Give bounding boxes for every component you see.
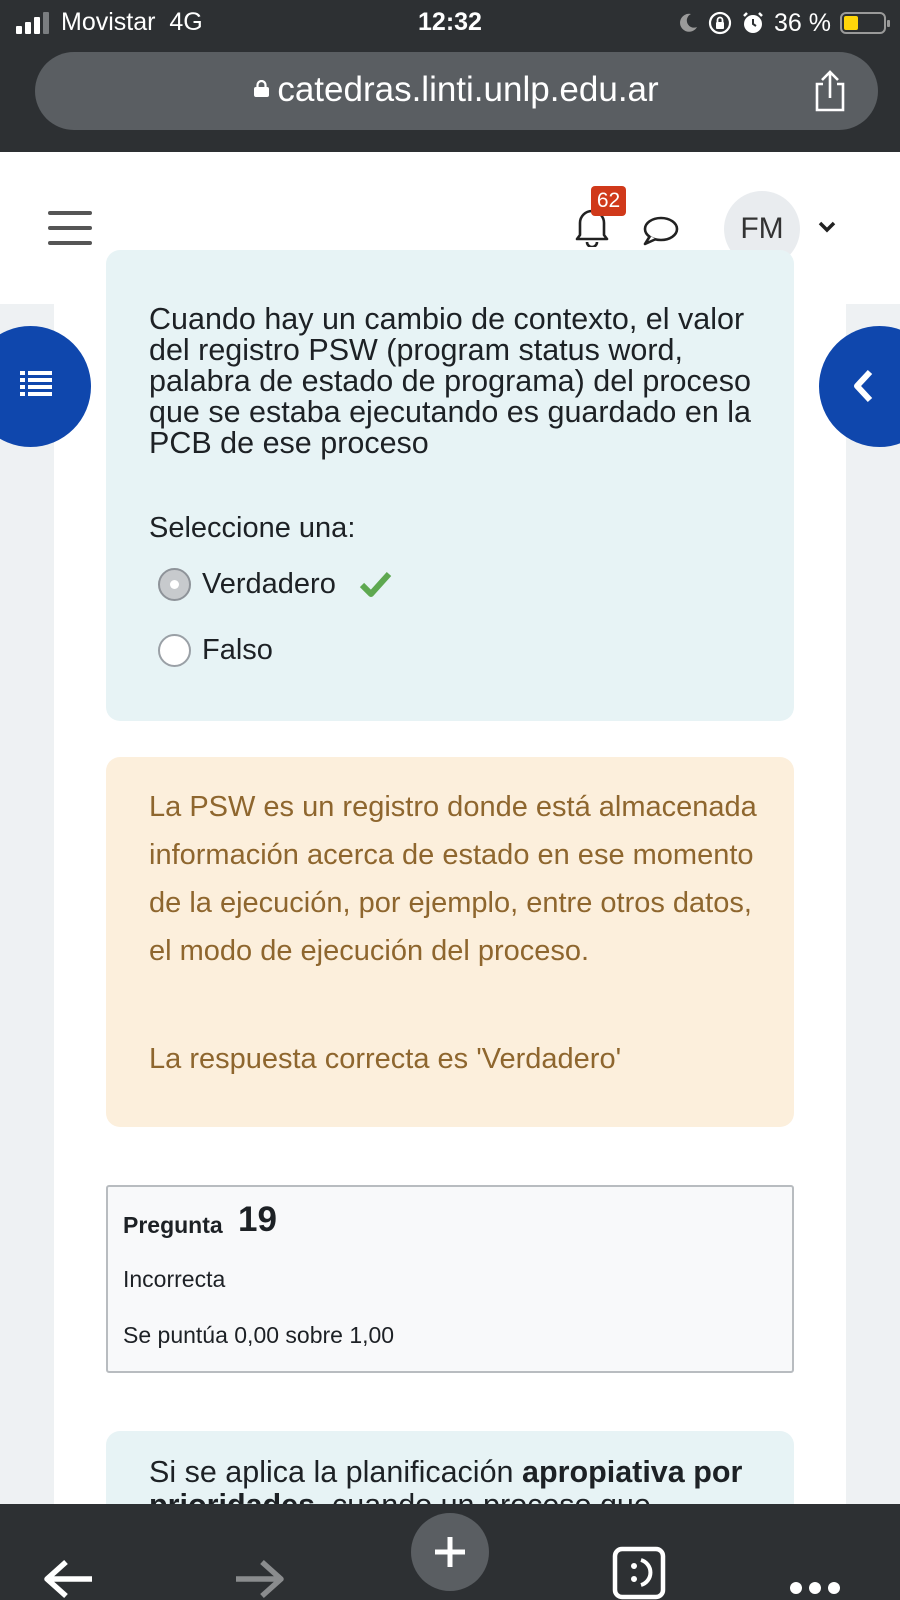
notification-count-badge: 62 — [591, 186, 626, 216]
question-number: 19 — [238, 1200, 277, 1239]
back-arrow-icon[interactable] — [42, 1531, 96, 1600]
share-icon[interactable] — [812, 70, 848, 112]
orientation-lock-icon — [708, 11, 732, 35]
list-icon — [20, 371, 52, 396]
radio-verdadero[interactable] — [158, 568, 191, 601]
lock-icon — [254, 80, 270, 98]
question-state: Incorrecta — [123, 1266, 226, 1292]
status-right: 36 % — [677, 8, 890, 38]
chevron-down-icon[interactable] — [817, 220, 837, 234]
url-bar[interactable]: catedras.linti.unlp.edu.ar — [35, 52, 878, 130]
feedback-text: La PSW es un registro donde está almacen… — [149, 791, 757, 967]
question-grade: Se puntúa 0,00 sobre 1,00 — [123, 1322, 395, 1348]
plus-icon — [435, 1537, 465, 1567]
question-label: Pregunta — [123, 1212, 223, 1238]
url-text: catedras.linti.unlp.edu.ar — [35, 70, 878, 110]
battery-icon — [840, 12, 890, 34]
battery-percent: 36 % — [774, 8, 831, 37]
question-text: Cuando hay un cambio de contexto, el val… — [149, 302, 752, 460]
more-options-icon[interactable] — [788, 1540, 842, 1600]
option-label-verdadero: Verdadero — [202, 568, 336, 600]
messages-icon[interactable] — [641, 216, 679, 246]
chevron-left-icon — [854, 369, 873, 403]
right-answer-text: La respuesta correcta es 'Verdadero' — [149, 1043, 622, 1075]
forward-arrow-icon[interactable] — [232, 1531, 286, 1600]
radio-falso[interactable] — [158, 634, 191, 667]
next-question-text: Si se aplica la planificación apropiativ… — [149, 1456, 743, 1504]
option-label-falso: Falso — [202, 634, 273, 666]
tabs-icon[interactable] — [612, 1525, 666, 1600]
alarm-icon — [743, 12, 763, 33]
correct-check-icon — [359, 571, 392, 597]
new-tab-button[interactable] — [411, 1513, 489, 1591]
moon-icon — [680, 13, 698, 32]
status-bar: Movistar 4G 12:32 36 % — [0, 0, 900, 46]
menu-hamburger-icon[interactable] — [48, 211, 92, 245]
battery-fill — [844, 16, 858, 30]
select-one-label: Seleccione una: — [149, 512, 356, 544]
browser-top-chrome: Movistar 4G 12:32 36 % catedras.linti.un… — [0, 0, 900, 152]
